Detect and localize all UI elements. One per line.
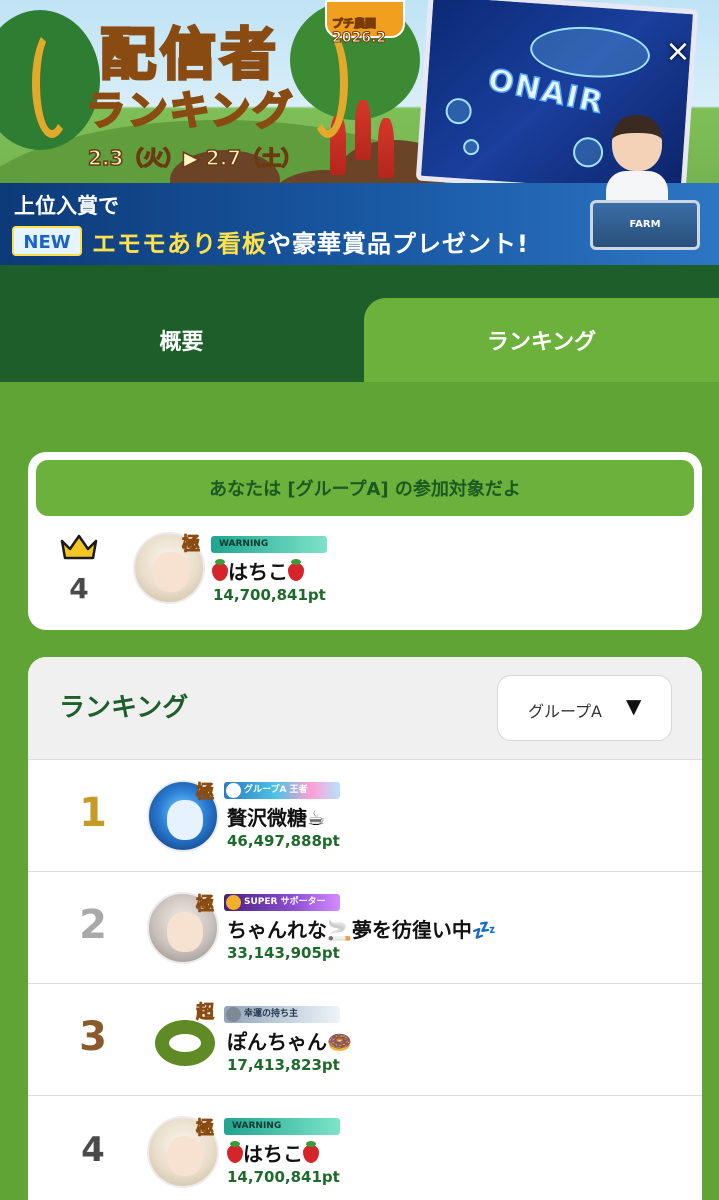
name-plate: WARNING — [224, 1118, 340, 1135]
grade-badge: 極 — [196, 1118, 215, 1140]
user-name: はちこ — [227, 1138, 319, 1167]
avatar-face — [153, 552, 189, 592]
crown-icon — [60, 534, 98, 560]
promo-line1: 上位入賞で — [14, 194, 119, 218]
user-points: 14,700,841pt — [213, 586, 326, 604]
tab-ranking[interactable]: ランキング — [364, 298, 719, 382]
grade-badge: 極 — [182, 534, 201, 556]
dropdown-arrow-icon: ▼ — [626, 694, 642, 718]
strawberry-icon — [288, 559, 304, 581]
banner-flower — [378, 118, 394, 178]
user-name-text: はちこ — [243, 1142, 303, 1166]
user-name-text: はちこ — [228, 560, 288, 584]
grade-badge: 極 — [196, 894, 215, 916]
ranking-row[interactable]: 1 極 グループA 王者 贅沢微糖☕ 46,497,888pt — [28, 759, 702, 871]
group-notice: あなたは [グループA] の参加対象だよ — [36, 460, 694, 516]
ranking-header: ランキング グループA ▼ — [28, 657, 702, 759]
name-plate-text: 幸運の持ち主 — [244, 1009, 299, 1019]
user-points: 14,700,841pt — [227, 1168, 340, 1186]
event-banner[interactable]: 配信者 ランキング 2.3（火）▶ 2.7（土） プチ農園 2026.2 ONA… — [0, 0, 719, 265]
grade-badge: 超 — [196, 1002, 215, 1024]
ranking-title: ランキング — [59, 693, 189, 723]
plate-icon — [226, 895, 241, 910]
group-select-value: グループA — [528, 702, 602, 721]
name-plate-text: SUPER サポーター — [244, 897, 326, 907]
user-name: ぽんちゃん🍩 — [227, 1030, 352, 1054]
row-rank: 2 — [79, 902, 107, 948]
user-name: はちこ — [212, 556, 304, 585]
group-select[interactable]: グループA ▼ — [497, 675, 672, 741]
donut-icon — [155, 1020, 215, 1066]
my-status-card: あなたは [グループA] の参加対象だよ — [28, 452, 702, 630]
user-name: ちゃんれな🚬夢を彷徨い中💤 — [227, 918, 497, 942]
tab-overview[interactable]: 概要 — [0, 298, 363, 382]
plate-icon — [226, 783, 241, 798]
strawberry-icon — [227, 1141, 243, 1163]
strawberry-icon — [303, 1141, 319, 1163]
event-title-line2: ランキング — [84, 87, 295, 136]
row-rank: 1 — [79, 790, 107, 836]
farm-year: プチ農園 2026.2 — [331, 17, 387, 47]
name-plate: グループA 王者 — [224, 782, 340, 799]
name-plate-text: グループA 王者 — [244, 785, 308, 795]
row-rank: 4 — [81, 1130, 105, 1170]
tab-bar: 概要 ランキング — [0, 265, 719, 382]
stage-ring — [528, 23, 652, 82]
event-dates: 2.3（火）▶ 2.7（土） — [87, 145, 302, 171]
name-plate: WARNING — [211, 536, 327, 553]
bubble — [462, 138, 480, 156]
new-badge: NEW — [12, 226, 82, 256]
user-points: 46,497,888pt — [227, 832, 340, 850]
ranking-row[interactable]: 4 極 WARNING はちこ 14,700,841pt — [28, 1095, 702, 1200]
avatar-face — [167, 1136, 203, 1176]
ranking-row[interactable]: 3 超 幸運の持ち主 ぽんちゃん🍩 17,413,823pt — [28, 983, 702, 1095]
ranking-card: ランキング グループA ▼ 1 極 グループA 王者 贅沢微糖☕ 46,497,… — [28, 657, 702, 1200]
farm-sign: FARM — [590, 200, 700, 250]
event-title: 配信者 ランキング — [32, 8, 348, 148]
name-plate: SUPER サポーター — [224, 894, 340, 911]
promo-line2: エモモあり看板や豪華賞品プレゼント! — [92, 224, 529, 259]
name-plate: 幸運の持ち主 — [224, 1006, 340, 1023]
avatar-face — [167, 800, 203, 840]
grade-badge: 極 — [196, 782, 215, 804]
promo-line2-rest: や豪華賞品プレゼント! — [267, 230, 529, 258]
user-points: 17,413,823pt — [227, 1056, 340, 1074]
promo-line2-highlight: エモモあり看板 — [92, 230, 267, 258]
strawberry-icon — [212, 559, 228, 581]
my-rank: 4 — [69, 572, 89, 605]
row-rank: 3 — [79, 1014, 107, 1060]
banner-flower — [355, 100, 371, 160]
plate-icon — [226, 1007, 241, 1022]
user-name: 贅沢微糖☕ — [227, 806, 325, 830]
character-head — [612, 115, 662, 171]
farm-year-text: 2026.2 — [331, 30, 387, 47]
bubble — [444, 97, 473, 126]
user-points: 33,143,905pt — [227, 944, 340, 962]
farm-logo-text: プチ農園 — [331, 17, 376, 30]
avatar-face — [167, 912, 203, 952]
ranking-row[interactable]: 2 極 SUPER サポーター ちゃんれな🚬夢を彷徨い中💤 33,143,905… — [28, 871, 702, 983]
close-button[interactable]: × — [660, 34, 696, 70]
